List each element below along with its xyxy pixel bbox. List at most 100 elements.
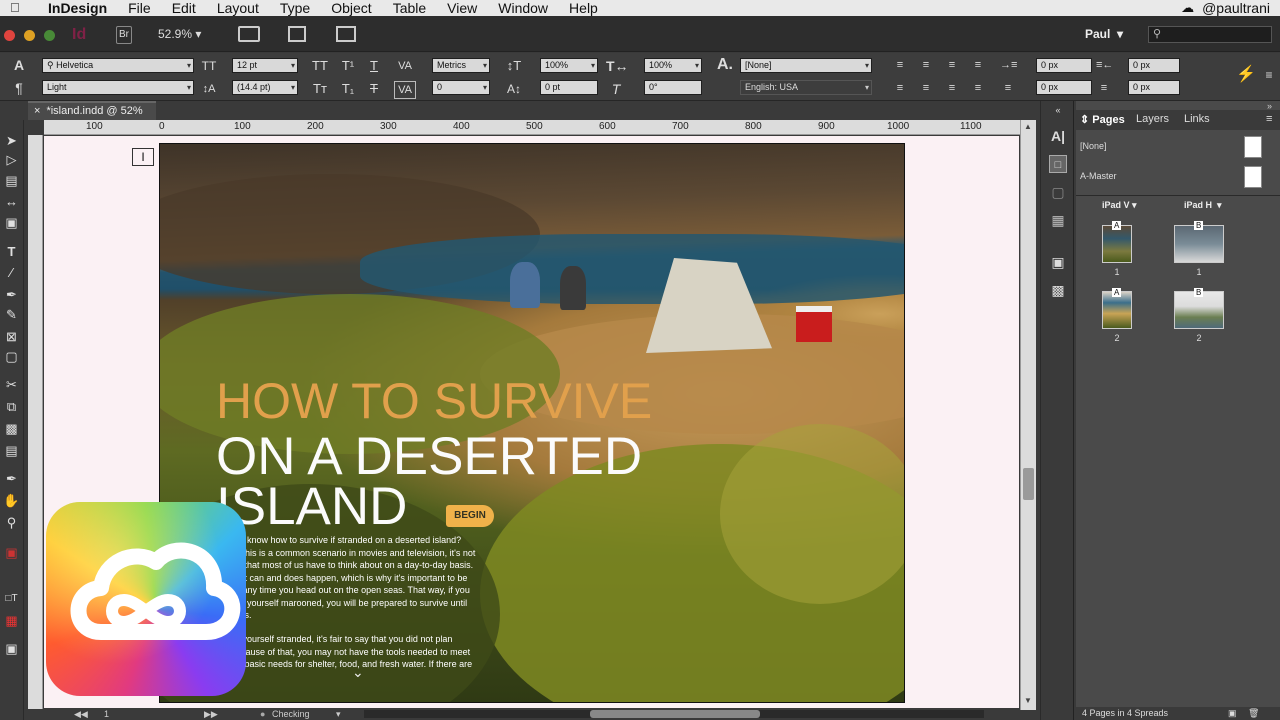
preflight-menu-icon[interactable]: ▾ [336,708,341,720]
layout-v-header[interactable]: iPad V ▾ [1102,200,1137,211]
menu-type[interactable]: Type [280,0,310,16]
pencil-tool-icon[interactable]: ✎ [3,306,20,323]
align-left-icon[interactable]: ≡ [892,57,908,73]
horizontal-scale-field[interactable]: 100% ▾ [644,58,702,73]
tab-pages[interactable]: ⇕ Pages [1080,113,1125,126]
small-caps-icon[interactable]: Tт [310,81,330,97]
quick-apply-icon[interactable]: ⚡ [1236,67,1256,83]
hand-tool-icon[interactable]: ✋ [3,492,20,509]
panel-menu-icon[interactable]: ≡ [1262,67,1276,83]
menu-file[interactable]: File [128,0,151,16]
apply-none-icon[interactable]: ▦ [3,612,20,629]
menu-app-name[interactable]: InDesign [48,0,107,16]
menu-view[interactable]: View [447,0,477,16]
scrollbar-thumb[interactable] [1023,468,1034,500]
superscript-icon[interactable]: T¹ [338,58,358,74]
selection-tool-icon[interactable]: ➤ [3,132,20,149]
workspace-switcher[interactable]: Paul ▾ [1085,27,1123,41]
justify-last-center-icon[interactable]: ≡ [918,80,934,96]
search-input[interactable]: ⚲ [1148,26,1272,43]
justify-last-left-icon[interactable]: ≡ [892,80,908,96]
stroke-panel-icon[interactable]: ▢ [1049,183,1067,201]
menu-edit[interactable]: Edit [172,0,196,16]
page-thumbnail-h1[interactable] [1174,225,1224,263]
gradient-swatch-tool-icon[interactable]: ▩ [3,420,20,437]
kerning-field[interactable]: Metrics ▾ [432,58,490,73]
apple-icon[interactable]:  [10,0,20,15]
leading-field[interactable]: (14.4 pt) ▾ [232,80,298,95]
paragraph-formatting-icon[interactable]: ¶ [10,80,28,96]
zoom-level[interactable]: 52.9% ▾ [158,27,201,41]
align-right-icon[interactable]: ≡ [944,57,960,73]
font-size-field[interactable]: 12 pt ▾ [232,58,298,73]
underline-icon[interactable]: T [364,58,384,74]
menu-layout[interactable]: Layout [217,0,259,16]
document-tab[interactable]: × *island.indd @ 52% [28,101,156,120]
first-page-icon[interactable]: ◀◀ [74,708,88,720]
direct-selection-tool-icon[interactable]: ▷ [3,151,20,168]
content-collector-icon[interactable]: ▣ [3,214,20,231]
character-panel-icon[interactable]: A| [1049,127,1067,145]
left-indent-field[interactable]: 0 px [1036,58,1092,73]
view-options-icon[interactable] [238,26,260,42]
tab-links[interactable]: Links [1184,113,1210,125]
align-center-icon[interactable]: ≡ [918,57,934,73]
swatches-panel-icon[interactable]: □ [1049,155,1067,173]
document-page[interactable]: HOW TO SURVIVE ON A DESERTED ISLAND BEGI… [159,143,905,703]
right-indent-field[interactable]: 0 px [1128,58,1180,73]
preflight-status[interactable]: Checking [272,708,310,720]
links-panel-icon[interactable]: ▩ [1049,281,1067,299]
justify-all-icon[interactable]: ≡ [970,80,986,96]
menu-window[interactable]: Window [498,0,548,16]
rectangle-tool-icon[interactable]: ▢ [3,348,20,365]
character-style-field[interactable]: [None] ▾ [740,58,872,73]
skew-field[interactable]: 0° [644,80,702,95]
vertical-scrollbar[interactable]: ▲ ▼ [1020,120,1036,710]
menu-object[interactable]: Object [331,0,371,16]
horizontal-ruler[interactable]: 100 0 100 200 300 400 500 600 700 800 90… [44,120,1020,135]
baseline-shift-field[interactable]: 0 pt [540,80,598,95]
menu-help[interactable]: Help [569,0,598,16]
master-none[interactable]: [None] [1080,133,1266,159]
screen-mode-icon[interactable] [288,26,306,42]
first-line-indent-field[interactable]: 0 px [1036,80,1092,95]
arrange-documents-icon[interactable] [336,26,356,42]
subscript-icon[interactable]: T₁ [338,81,358,97]
gap-tool-icon[interactable]: ↔ [3,193,20,210]
zoom-tool-icon[interactable]: ⚲ [3,514,20,531]
note-tool-icon[interactable]: ▤ [3,442,20,459]
creative-cloud-icon[interactable]: ☁ [1181,0,1194,16]
align-panel-icon[interactable]: ▣ [1049,253,1067,271]
master-a[interactable]: A-Master [1080,163,1266,189]
character-formatting-icon[interactable]: A [10,57,28,73]
eyedropper-tool-icon[interactable]: ✒ [3,470,20,487]
rectangle-frame-tool-icon[interactable]: ⊠ [3,328,20,345]
layout-h-header[interactable]: iPad H ▾ [1184,200,1222,211]
language-field[interactable]: English: USA ▾ [740,80,872,95]
screen-mode-tool-icon[interactable]: ▣ [3,640,20,657]
justify-last-right-icon[interactable]: ≡ [944,80,960,96]
type-tool-icon[interactable]: T [3,243,20,260]
all-caps-icon[interactable]: TT [310,58,330,74]
horizontal-scrollbar-thumb[interactable] [590,710,760,718]
fill-stroke-icon[interactable]: ▣ [3,544,20,561]
begin-button[interactable]: BEGIN [446,505,494,527]
tracking-field[interactable]: 0 ▾ [432,80,490,95]
close-window-button[interactable] [4,30,15,41]
font-style-field[interactable]: Light ▾ [42,80,194,95]
bridge-button[interactable]: Br [116,26,132,44]
font-family-field[interactable]: ⚲ Helvetica ▾ [42,58,194,73]
free-transform-tool-icon[interactable]: ⧉ [3,398,20,415]
panel-divider[interactable] [1076,195,1280,196]
vertical-scale-field[interactable]: 100% ▾ [540,58,598,73]
align-justify-icon[interactable]: ≡ [970,57,986,73]
scroll-down-icon[interactable]: ▼ [1024,696,1032,705]
next-page-icon[interactable]: ▶▶ [204,708,218,720]
minimize-window-button[interactable] [24,30,35,41]
new-page-icon[interactable]: ▣ [1228,707,1237,720]
line-tool-icon[interactable]: ⁄ [3,264,20,281]
tab-layers[interactable]: Layers [1136,113,1169,125]
page-tool-icon[interactable]: ▤ [3,172,20,189]
last-line-indent-field[interactable]: 0 px [1128,80,1180,95]
formatting-affects-text-icon[interactable]: □T [3,590,20,607]
